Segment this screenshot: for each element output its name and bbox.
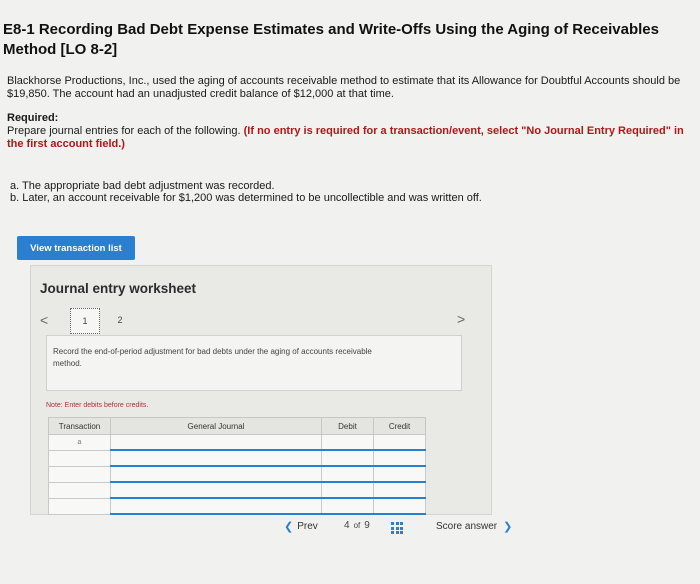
debit-input[interactable] [321,465,374,483]
credit-input[interactable] [373,434,426,451]
column-header-general-journal: General Journal [110,417,322,435]
worksheet-prev-icon[interactable]: < [40,312,48,328]
task-item: b. Later, an account receivable for $1,2… [10,192,482,204]
debit-input[interactable] [321,434,374,451]
transaction-cell [48,481,111,499]
score-answer-button[interactable]: Score answer ❯ [436,520,512,533]
prev-button[interactable]: ❮ Prev [284,520,318,533]
column-header-credit: Credit [373,417,426,435]
chevron-right-icon: ❯ [503,521,513,533]
required-section: Required: Prepare journal entries for ea… [7,112,692,151]
account-input[interactable] [110,481,322,499]
account-input[interactable] [110,449,322,467]
worksheet-next-icon[interactable]: > [457,311,465,327]
worksheet-title: Journal entry worksheet [40,281,197,296]
prev-label: Prev [297,521,318,532]
question-counter: 4 of 9 [344,520,370,531]
journal-table: Transaction General Journal Debit Credit… [48,417,426,515]
counter-of: of [353,521,361,530]
instruction-text: Record the end-of-period adjustment for … [53,347,372,368]
required-heading: Required: [7,112,59,124]
page-title: E8-1 Recording Bad Debt Expense Estimate… [3,21,659,58]
credit-input[interactable] [373,497,426,515]
transaction-cell [48,465,111,483]
account-input[interactable] [110,434,322,451]
view-transaction-list-button[interactable]: View transaction list [17,236,135,260]
transaction-cell: a [48,434,111,451]
column-header-transaction: Transaction [48,417,111,435]
grid-icon[interactable] [391,522,403,534]
task-item: a. The appropriate bad debt adjustment w… [10,180,275,192]
worksheet-page-tab-2[interactable]: 2 [106,308,134,332]
transaction-cell [48,497,111,515]
debit-input[interactable] [321,497,374,515]
account-input[interactable] [110,465,322,483]
debit-credit-note: Note: Enter debits before credits. [46,402,149,409]
worksheet-page-tab-1[interactable]: 1 [70,308,100,334]
current-question: 4 [344,520,350,531]
task-list: a. The appropriate bad debt adjustment w… [10,180,690,204]
debit-input[interactable] [321,481,374,499]
table-row [48,465,426,483]
table-row [48,449,426,467]
problem-intro: Blackhorse Productions, Inc., used the a… [7,75,681,100]
column-header-debit: Debit [321,417,374,435]
table-row [48,481,426,499]
score-answer-label: Score answer [436,521,498,532]
credit-input[interactable] [373,465,426,483]
required-text: Prepare journal entries for each of the … [7,125,244,137]
table-row [48,497,426,515]
transaction-cell [48,449,111,467]
table-row: a [48,434,426,451]
account-input[interactable] [110,497,322,515]
debit-input[interactable] [321,449,374,467]
credit-input[interactable] [373,481,426,499]
chevron-left-icon: ❮ [284,521,294,533]
credit-input[interactable] [373,449,426,467]
total-questions: 9 [364,520,370,531]
